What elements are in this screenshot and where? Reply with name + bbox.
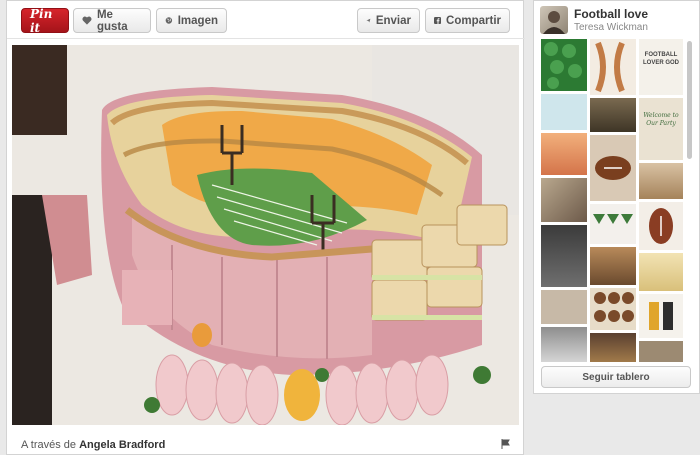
globe-icon xyxy=(165,17,173,24)
via-credit: A través de Angela Bradford xyxy=(21,439,165,451)
pin-footer: A través de Angela Bradford xyxy=(7,429,525,455)
flag-icon[interactable] xyxy=(501,439,511,449)
facebook-icon xyxy=(434,16,442,25)
pin-it-label: Pin it xyxy=(30,6,53,35)
heart-icon xyxy=(82,16,92,25)
board-thumbnail[interactable] xyxy=(639,202,683,250)
board-thumbnail[interactable] xyxy=(590,204,636,244)
pin-toolbar: Pin it Me gusta Imagen Enviar Compartir xyxy=(7,1,525,39)
share-label: Compartir xyxy=(446,14,501,27)
thumbnail-caption-fan: FOOTBALL LOVER GOD xyxy=(642,52,679,66)
via-user-link[interactable]: Angela Bradford xyxy=(79,439,165,451)
board-thumbnail[interactable] xyxy=(541,178,587,222)
board-avatar[interactable] xyxy=(540,6,568,34)
board-thumbnail[interactable] xyxy=(541,225,587,287)
board-thumbnail[interactable] xyxy=(541,94,587,130)
board-thumbnail[interactable] xyxy=(541,290,587,324)
pin-it-button[interactable]: Pin it xyxy=(21,6,69,35)
thumbnail-image xyxy=(595,41,625,93)
thumbnail-image xyxy=(595,156,631,180)
stadium-snack-illustration xyxy=(12,45,519,425)
board-thumbnail[interactable] xyxy=(639,294,683,338)
board-thumbnail[interactable] xyxy=(590,333,636,362)
image-label: Imagen xyxy=(177,14,218,27)
thumbnail-image xyxy=(649,208,673,244)
thumbnail-image xyxy=(593,214,633,224)
send-label: Enviar xyxy=(375,14,411,27)
board-title[interactable]: Football love xyxy=(574,7,648,21)
follow-board-button[interactable]: Seguir tablero xyxy=(541,366,691,388)
board-thumbnail[interactable]: FOOTBALL LOVER GOD xyxy=(639,39,683,95)
thumbnail-image xyxy=(544,42,582,89)
board-thumbnail[interactable] xyxy=(639,253,683,291)
board-thumbnail[interactable] xyxy=(541,133,587,175)
avatar-image xyxy=(543,11,565,34)
board-thumbnail[interactable] xyxy=(590,98,636,132)
board-thumbnail[interactable] xyxy=(590,39,636,95)
pin-image[interactable] xyxy=(12,45,519,425)
image-button[interactable]: Imagen xyxy=(156,8,227,33)
like-label: Me gusta xyxy=(96,8,128,33)
board-user[interactable]: Teresa Wickman xyxy=(574,22,648,33)
board-thumbnail[interactable] xyxy=(590,135,636,201)
follow-board-label: Seguir tablero xyxy=(582,371,650,383)
board-thumbnail[interactable] xyxy=(541,39,587,91)
like-button[interactable]: Me gusta xyxy=(73,8,151,33)
via-prefix: A través de xyxy=(21,439,77,451)
board-thumbnail[interactable] xyxy=(590,247,636,285)
board-scrollbar[interactable] xyxy=(687,41,692,159)
thumbnail-image xyxy=(594,292,634,322)
board-thumbnail[interactable]: Welcome to Our Party xyxy=(639,98,683,160)
thumbnail-caption-welcome: Welcome to Our Party xyxy=(643,112,679,127)
board-thumbnail[interactable] xyxy=(541,327,587,362)
share-button[interactable]: Compartir xyxy=(425,8,510,33)
send-arrow-icon xyxy=(366,18,371,23)
thumbnail-image xyxy=(649,302,673,330)
send-button[interactable]: Enviar xyxy=(357,8,420,33)
board-panel: Football love Teresa Wickman FOOTBALL LO… xyxy=(533,0,700,394)
pin-card: Pin it Me gusta Imagen Enviar Compartir xyxy=(6,0,525,455)
board-thumbnail[interactable] xyxy=(639,341,683,362)
board-thumbnail[interactable] xyxy=(639,163,683,199)
board-thumbnail[interactable] xyxy=(590,288,636,330)
board-thumbnail-grid: FOOTBALL LOVER GOD Welcome to Our Party xyxy=(541,39,683,362)
